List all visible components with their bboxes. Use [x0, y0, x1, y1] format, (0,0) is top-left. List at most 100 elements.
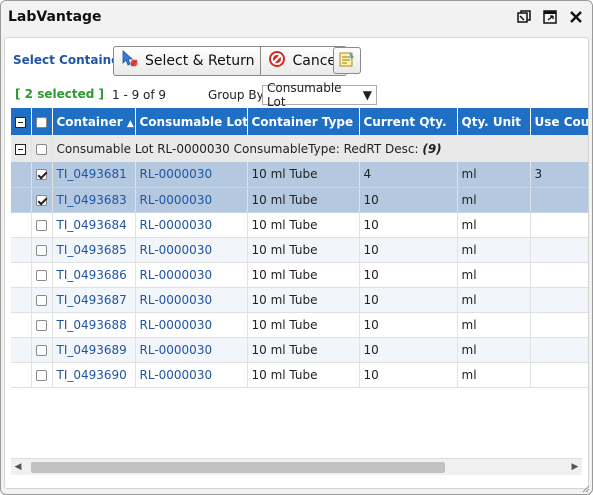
title-bar[interactable]: LabVantage — [1, 1, 592, 35]
cell-consumable-lot-value[interactable]: RL-0000030 — [140, 293, 213, 307]
cell-qty-unit-value: ml — [461, 367, 477, 382]
spacer-cell — [11, 287, 32, 313]
dialog-window: LabVantage Select Container Select & Ret… — [0, 0, 593, 495]
table-row[interactable]: TI_0493688 RL-0000030 10 ml Tube 10 ml — [11, 312, 588, 338]
cancel-icon — [267, 49, 287, 73]
cell-consumable-lot-value[interactable]: RL-0000030 — [140, 343, 213, 357]
cell-current-qty: 10 — [359, 187, 458, 213]
cell-current-qty-value: 10 — [363, 292, 379, 307]
select-all-checkbox[interactable] — [35, 116, 47, 128]
restore-icon[interactable] — [514, 7, 534, 27]
cell-container-value[interactable]: TI_0493685 — [57, 243, 127, 257]
row-checkbox-cell — [31, 362, 53, 388]
cell-container: TI_0493683 — [52, 187, 136, 213]
cell-consumable-lot-value[interactable]: RL-0000030 — [140, 218, 213, 232]
maximize-icon[interactable] — [540, 7, 560, 27]
row-checkbox[interactable] — [35, 294, 47, 306]
column-use-count[interactable]: Use Count — [530, 108, 588, 135]
group-checkbox[interactable] — [35, 143, 47, 155]
cell-qty-unit: ml — [457, 187, 531, 213]
scroll-right-icon[interactable]: ▶ — [570, 462, 580, 473]
cell-current-qty: 10 — [359, 337, 458, 363]
cell-consumable-lot-value[interactable]: RL-0000030 — [140, 318, 213, 332]
column-container[interactable]: Container ▲ — [52, 108, 136, 135]
spacer-cell — [11, 312, 32, 338]
cell-container-value[interactable]: TI_0493688 — [57, 318, 127, 332]
cell-qty-unit-value: ml — [461, 167, 477, 182]
group-row: Consumable Lot RL-0000030 ConsumableType… — [11, 135, 588, 162]
table-row[interactable]: TI_0493681 RL-0000030 10 ml Tube 4 ml 3 — [11, 162, 588, 188]
cell-container-value[interactable]: TI_0493684 — [57, 218, 127, 232]
cell-qty-unit-value: ml — [461, 292, 477, 307]
cell-container-value[interactable]: TI_0493686 — [57, 268, 127, 282]
scrollbar-thumb[interactable] — [31, 462, 445, 473]
spacer-cell — [11, 162, 32, 188]
column-container-type[interactable]: Container Type — [247, 108, 360, 135]
row-checkbox[interactable] — [35, 169, 47, 181]
horizontal-scrollbar[interactable]: ◀ ▶ — [11, 458, 582, 475]
row-checkbox[interactable] — [35, 219, 47, 231]
cell-qty-unit: ml — [457, 237, 531, 263]
cell-qty-unit-value: ml — [461, 192, 477, 207]
select-return-button[interactable]: Select & Return — [114, 47, 260, 75]
notes-button[interactable] — [333, 47, 361, 74]
row-checkbox[interactable] — [35, 194, 47, 206]
cell-use-count — [530, 287, 588, 313]
cell-qty-unit-value: ml — [461, 342, 477, 357]
cell-container-type: 10 ml Tube — [247, 237, 360, 263]
group-checkbox-cell — [31, 135, 53, 162]
cell-qty-unit: ml — [457, 312, 531, 338]
cell-container-type: 10 ml Tube — [247, 287, 360, 313]
table-row[interactable]: TI_0493685 RL-0000030 10 ml Tube 10 ml — [11, 237, 588, 263]
scroll-left-icon[interactable]: ◀ — [13, 462, 23, 473]
cell-container-type: 10 ml Tube — [247, 212, 360, 238]
cell-use-count — [530, 337, 588, 363]
column-current-qty[interactable]: Current Qty. — [359, 108, 458, 135]
row-checkbox[interactable] — [35, 269, 47, 281]
row-checkbox[interactable] — [35, 344, 47, 356]
table-row[interactable]: TI_0493684 RL-0000030 10 ml Tube 10 ml — [11, 212, 588, 238]
cell-container-type: 10 ml Tube — [247, 262, 360, 288]
cell-consumable-lot-value[interactable]: RL-0000030 — [140, 268, 213, 282]
group-count: (9) — [422, 141, 442, 156]
row-checkbox[interactable] — [35, 319, 47, 331]
row-checkbox[interactable] — [35, 244, 47, 256]
table-row[interactable]: TI_0493690 RL-0000030 10 ml Tube 10 ml — [11, 362, 588, 388]
cell-container-value[interactable]: TI_0493683 — [57, 193, 127, 207]
cell-qty-unit-value: ml — [461, 242, 477, 257]
cell-current-qty: 10 — [359, 212, 458, 238]
column-qty-unit[interactable]: Qty. Unit — [457, 108, 531, 135]
cell-container-value[interactable]: TI_0493681 — [57, 167, 127, 181]
cell-container-type-value: 10 ml Tube — [251, 167, 318, 182]
cell-container-value[interactable]: TI_0493690 — [57, 368, 127, 382]
table-row[interactable]: TI_0493689 RL-0000030 10 ml Tube 10 ml — [11, 337, 588, 363]
cell-consumable-lot: RL-0000030 — [135, 262, 248, 288]
cell-consumable-lot-value[interactable]: RL-0000030 — [140, 193, 213, 207]
cell-container-value[interactable]: TI_0493689 — [57, 343, 127, 357]
cell-container: TI_0493684 — [52, 212, 136, 238]
cell-consumable-lot-value[interactable]: RL-0000030 — [140, 167, 213, 181]
spacer-cell — [11, 212, 32, 238]
cell-qty-unit: ml — [457, 262, 531, 288]
table-row[interactable]: TI_0493686 RL-0000030 10 ml Tube 10 ml — [11, 262, 588, 288]
resize-grip-icon[interactable] — [580, 482, 590, 493]
cell-use-count — [530, 187, 588, 213]
cell-consumable-lot-value[interactable]: RL-0000030 — [140, 243, 213, 257]
cell-container-value[interactable]: TI_0493687 — [57, 293, 127, 307]
row-checkbox[interactable] — [35, 369, 47, 381]
cell-container-type-value: 10 ml Tube — [251, 317, 318, 332]
close-icon[interactable] — [566, 7, 586, 27]
column-consumable-lot[interactable]: Consumable Lot — [135, 108, 248, 135]
row-checkbox-cell — [31, 337, 53, 363]
select-return-label: Select & Return — [145, 53, 255, 69]
cell-container-type: 10 ml Tube — [247, 312, 360, 338]
cell-consumable-lot: RL-0000030 — [135, 362, 248, 388]
window-title: LabVantage — [8, 9, 102, 25]
table-row[interactable]: TI_0493683 RL-0000030 10 ml Tube 10 ml — [11, 187, 588, 213]
table-row[interactable]: TI_0493687 RL-0000030 10 ml Tube 10 ml — [11, 287, 588, 313]
cell-use-count: 3 — [530, 162, 588, 188]
cell-consumable-lot-value[interactable]: RL-0000030 — [140, 368, 213, 382]
collapse-all-icon[interactable] — [15, 116, 26, 128]
group-collapse-icon[interactable] — [15, 143, 26, 155]
group-by-select[interactable]: Consumable Lot ▼ — [262, 81, 377, 109]
